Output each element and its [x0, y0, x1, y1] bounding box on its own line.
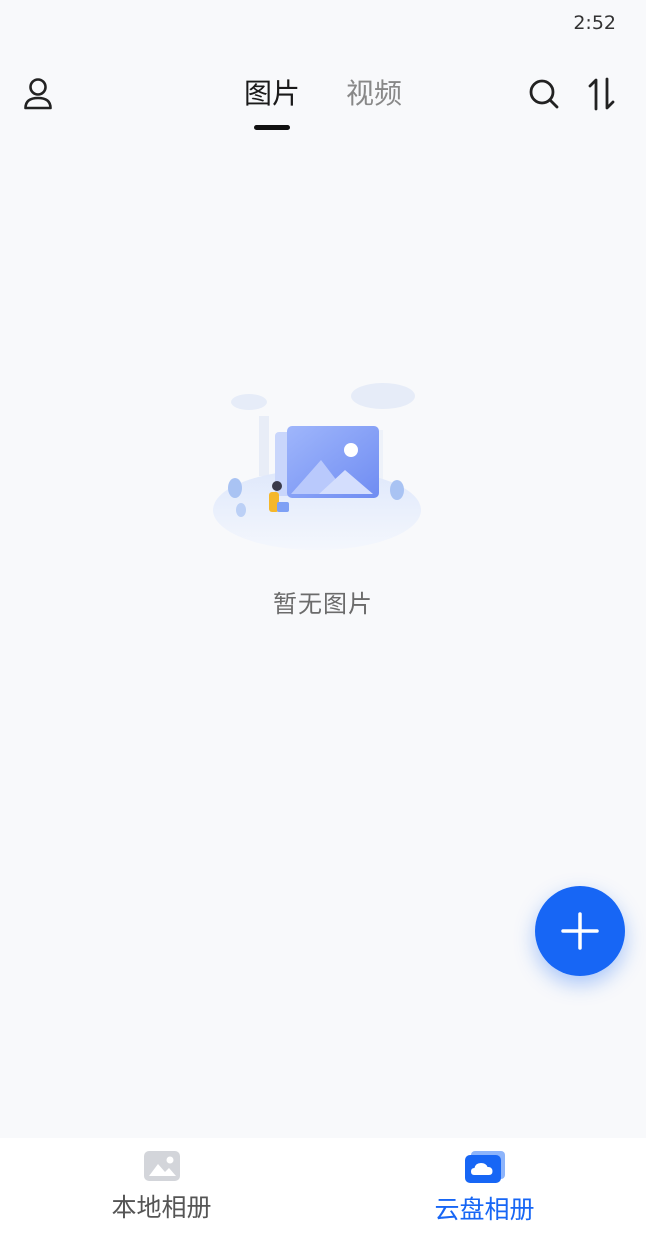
tab-videos[interactable]: 视频: [346, 72, 402, 132]
bottom-nav: 本地相册 云盘相册: [0, 1138, 646, 1236]
active-tab-indicator: [253, 125, 290, 130]
local-album-icon: [143, 1151, 180, 1181]
nav-local-album[interactable]: 本地相册: [0, 1138, 323, 1236]
search-button[interactable]: [522, 72, 566, 116]
sort-button[interactable]: [580, 72, 624, 116]
nav-cloud-album[interactable]: 云盘相册: [323, 1138, 646, 1236]
empty-state: 暂无图片: [0, 370, 646, 619]
tab-photos-label: 图片: [243, 77, 300, 110]
empty-message: 暂无图片: [273, 590, 373, 618]
nav-cloud-album-label: 云盘相册: [434, 1195, 535, 1224]
add-button[interactable]: [535, 886, 625, 976]
status-time: 2:52: [573, 12, 616, 34]
tab-videos-label: 视频: [346, 77, 403, 110]
search-icon: [529, 79, 559, 109]
nav-local-album-label: 本地相册: [111, 1193, 212, 1222]
top-bar: 图片 视频: [0, 60, 646, 140]
cloud-album-icon: [464, 1151, 505, 1183]
status-bar: 2:52: [0, 0, 646, 44]
sort-icon: [588, 77, 615, 111]
tab-photos[interactable]: 图片: [244, 72, 300, 132]
empty-illustration: [213, 383, 421, 550]
plus-icon: [561, 912, 599, 950]
